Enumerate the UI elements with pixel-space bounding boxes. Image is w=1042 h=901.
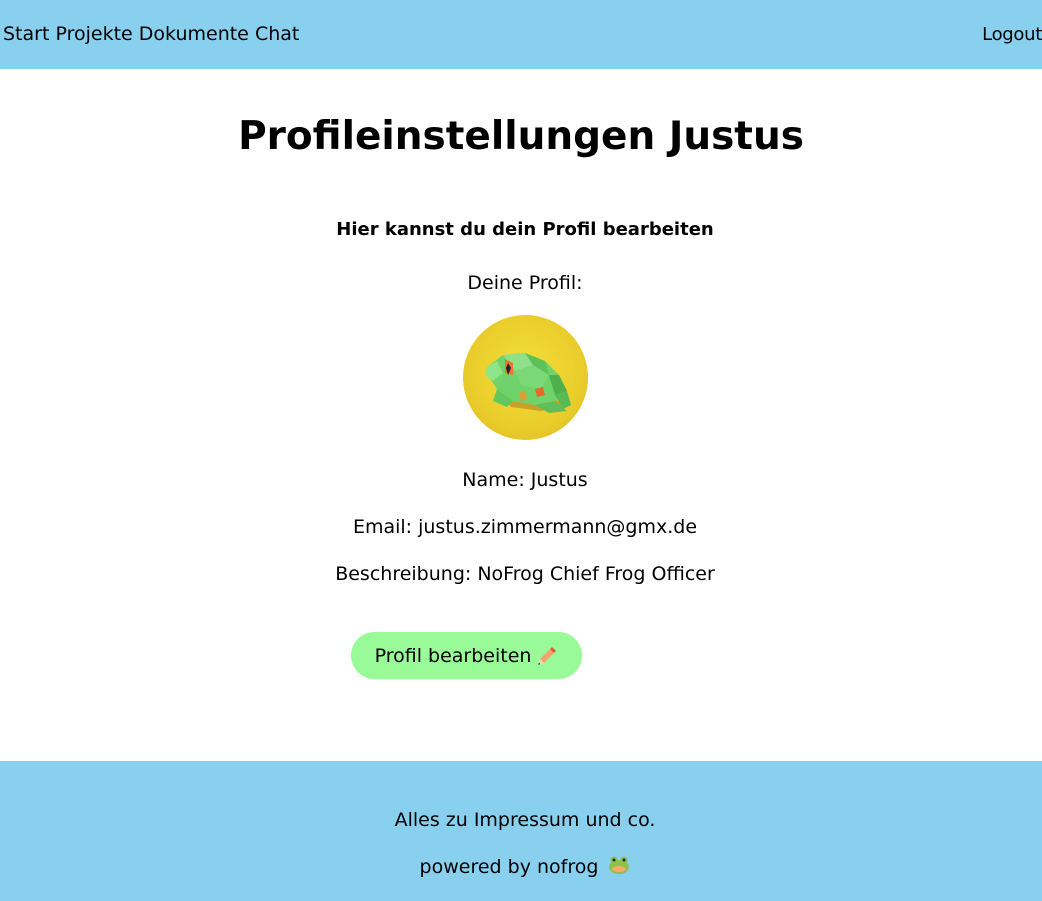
- profile-email: Email: justus.zimmermann@gmx.de: [352, 516, 698, 538]
- nav-links: Start Projekte Dokumente Chat: [3, 22, 299, 46]
- profile-avatar: [463, 315, 588, 440]
- powered-by: powered by nofrog: [0, 855, 1042, 879]
- edit-profile-button[interactable]: Profil bearbeiten: [351, 632, 582, 679]
- nav-link-dokumente[interactable]: Dokumente: [139, 23, 249, 45]
- nav-link-chat[interactable]: Chat: [255, 23, 299, 45]
- edit-profile-button-label: Profil bearbeiten: [374, 644, 532, 667]
- page-subtitle: Hier kannst du dein Profil bearbeiten: [336, 219, 714, 240]
- nav-link-start[interactable]: Start: [3, 23, 49, 45]
- logout-link[interactable]: Logout: [982, 23, 1042, 47]
- frog-icon: [609, 856, 630, 874]
- nav-link-projekte[interactable]: Projekte: [55, 23, 132, 45]
- top-navbar: Start Projekte Dokumente Chat Logout: [0, 0, 1042, 69]
- profile-label: Deine Profil:: [467, 272, 583, 294]
- powered-by-text: powered by nofrog: [419, 856, 599, 878]
- profile-description: Beschreibung: NoFrog Chief Frog Officer: [335, 563, 715, 585]
- profile-name: Name: Justus: [462, 469, 588, 491]
- page-title: Profileinstellungen Justus: [238, 114, 804, 159]
- pencil-icon: [538, 646, 557, 665]
- footer: Alles zu Impressum und co. powered by no…: [0, 761, 1042, 901]
- imprint-link[interactable]: Alles zu Impressum und co.: [0, 808, 1042, 832]
- frog-avatar-icon: [485, 353, 571, 413]
